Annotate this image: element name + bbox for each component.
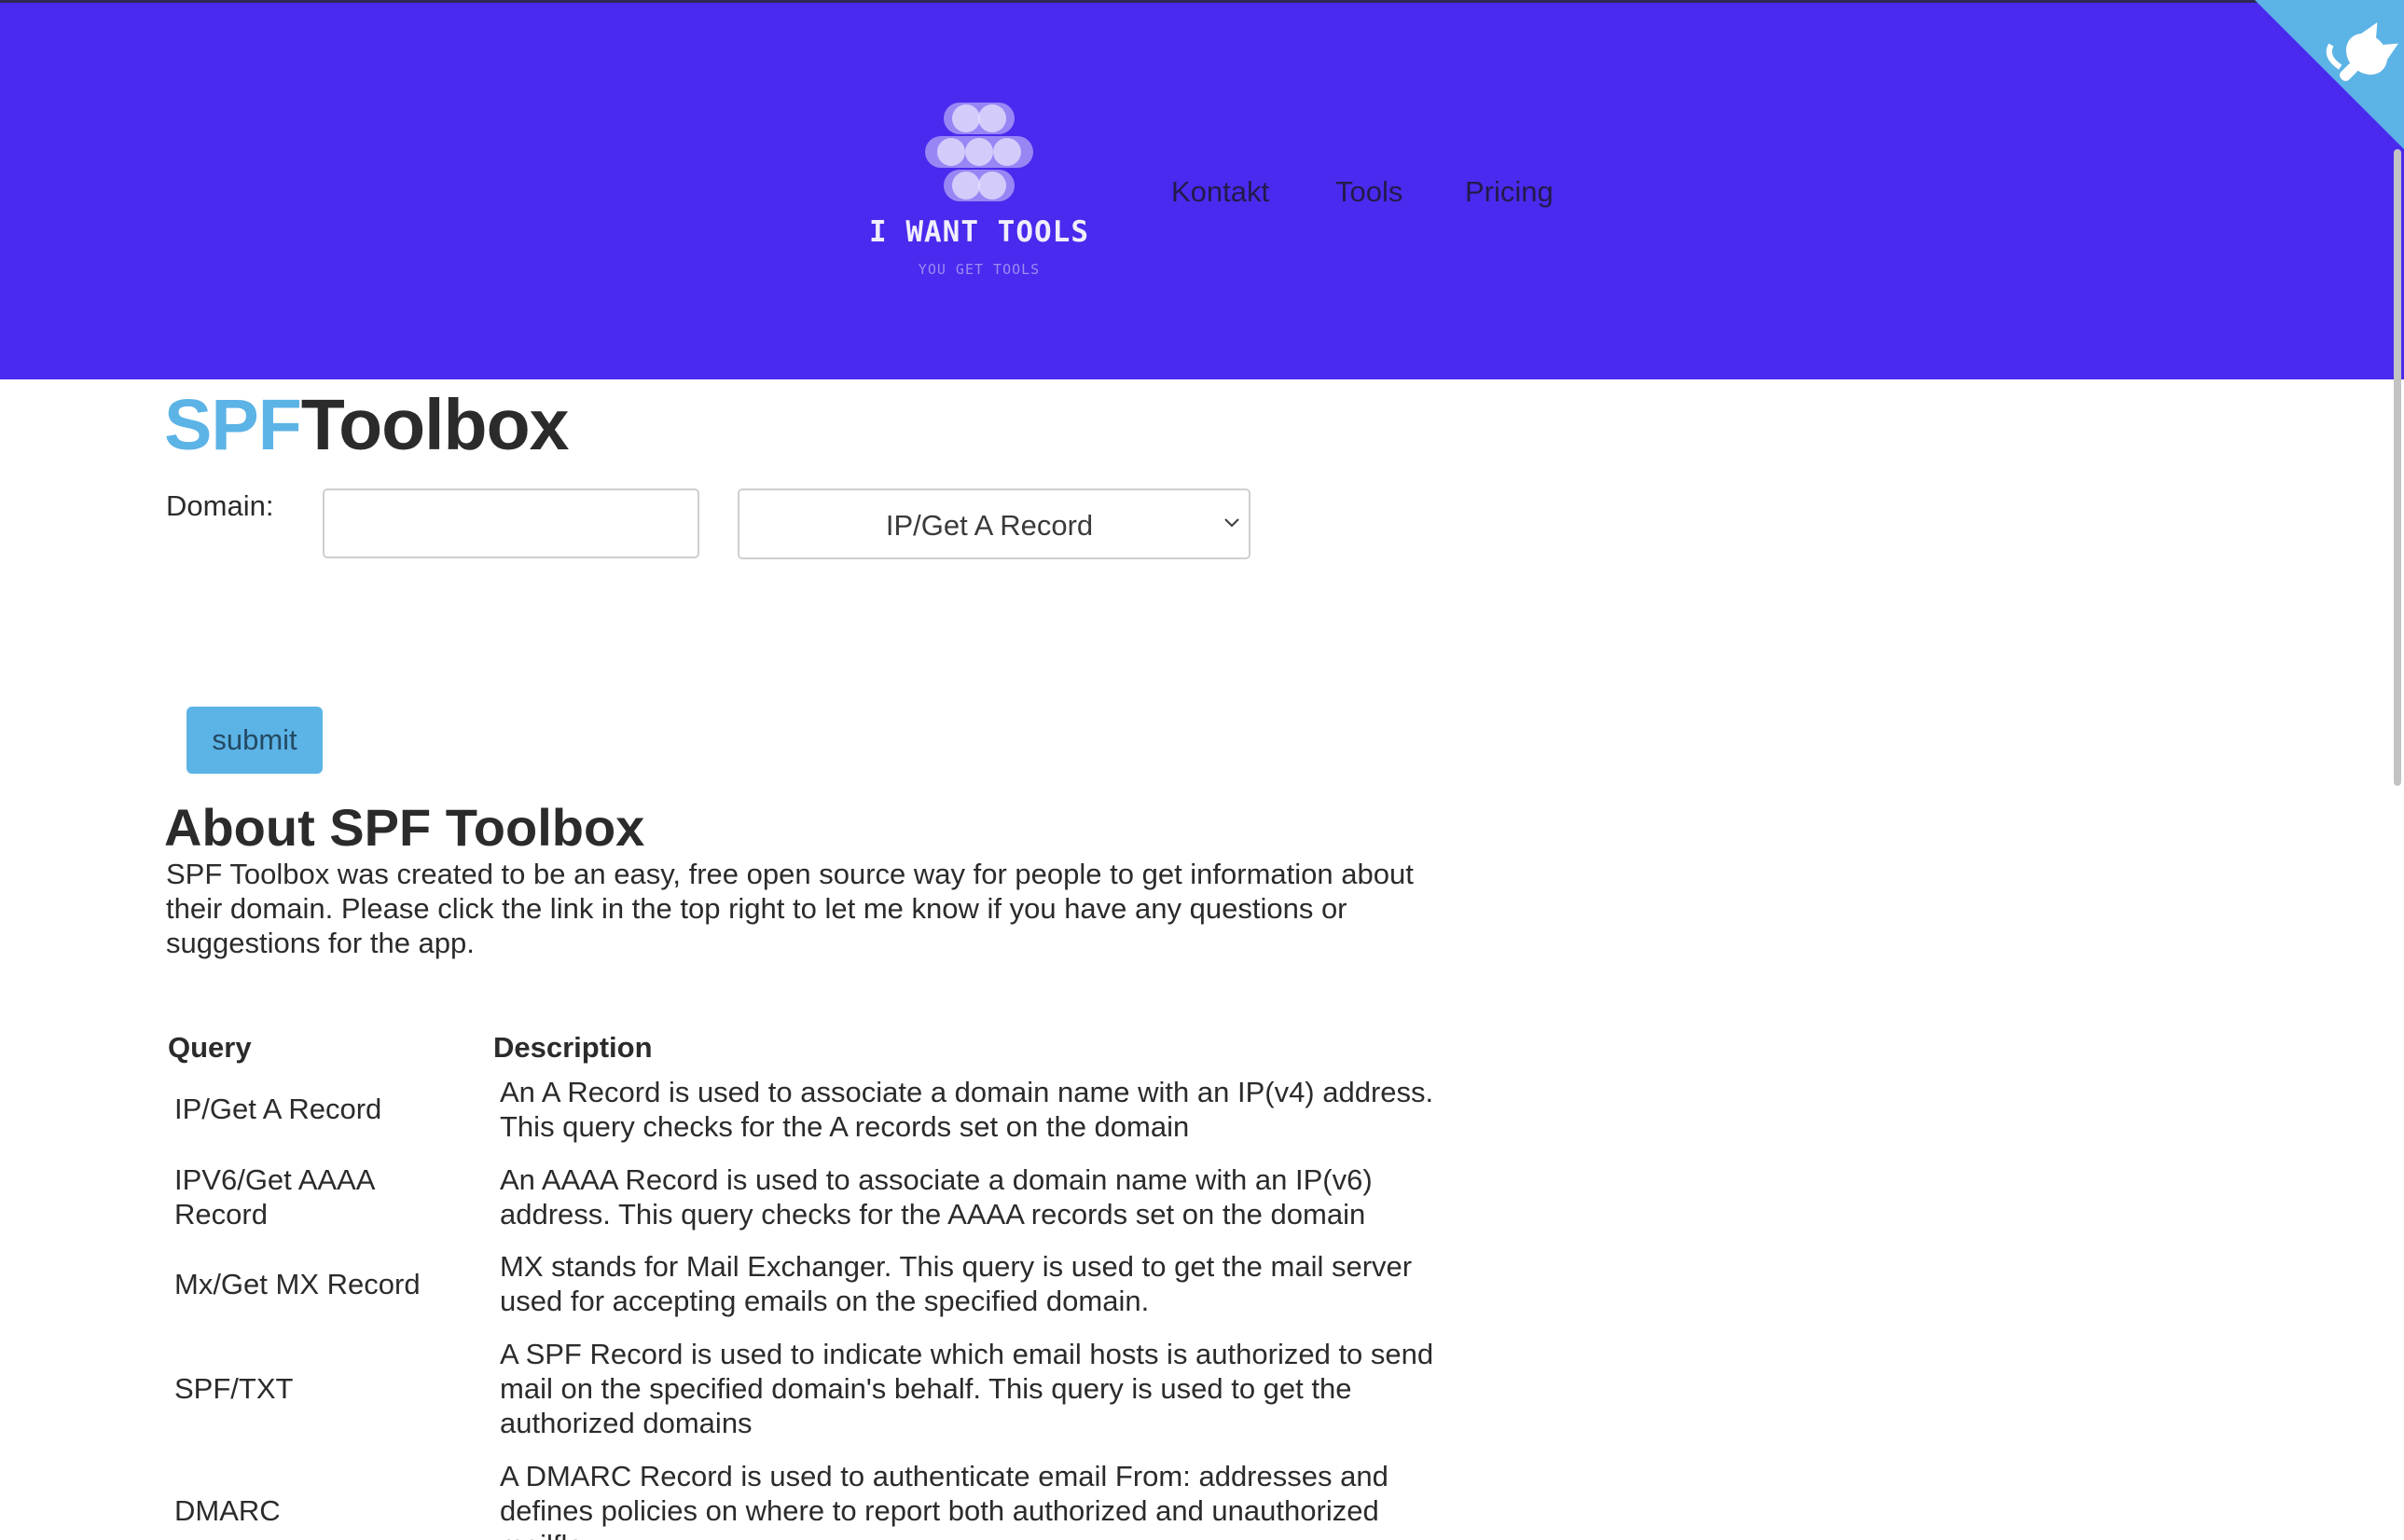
description-cell-line: defines policies on where to report both…: [500, 1494, 1379, 1527]
query-cell-line: SPF/TXT: [174, 1372, 294, 1405]
page-title-toolbox: Toolbox: [300, 385, 570, 465]
query-cell-line: IPV6/Get AAAA: [174, 1163, 376, 1196]
brand-logo[interactable]: I WANT TOOLS YOU GET TOOLS: [844, 101, 1114, 287]
table-header-description: Description: [493, 1031, 653, 1064]
domain-label: Domain:: [166, 489, 274, 522]
table-row-description: An A Record is used to associate a domai…: [500, 1075, 1498, 1144]
description-cell-line: An A Record is used to associate a domai…: [500, 1076, 1434, 1108]
table-row-description: An AAAA Record is used to associate a do…: [500, 1162, 1498, 1231]
description-cell-line: This query checks for the A records set …: [500, 1110, 1190, 1143]
description-cell-line: address. This query checks for the AAAA …: [500, 1198, 1366, 1231]
table-row-description: A DMARC Record is used to authenticate e…: [500, 1459, 1498, 1540]
query-cell-line: DMARC: [174, 1494, 281, 1527]
table-row-query: IP/Get A Record: [174, 1092, 454, 1126]
description-cell-line: used for accepting emails on the specifi…: [500, 1285, 1150, 1317]
description-cell-line: mailflow: [500, 1528, 1498, 1540]
page-title-spf: SPF: [164, 385, 302, 465]
nav-link-tools[interactable]: Tools: [1335, 175, 1402, 209]
page-scrollbar[interactable]: [2391, 149, 2404, 1540]
description-cell-line: mail on the specified domain's behalf. T…: [500, 1372, 1352, 1405]
select-chevron-icon: [1224, 518, 1239, 528]
table-row-query: DMARC: [174, 1493, 454, 1528]
table-row-query: SPF/TXT: [174, 1371, 454, 1406]
nav-link-pricing[interactable]: Pricing: [1465, 175, 1554, 209]
site-header: I WANT TOOLS YOU GET TOOLS Kontakt Tools…: [0, 3, 2404, 379]
description-cell-line: A SPF Record is used to indicate which e…: [500, 1338, 1434, 1370]
query-cell-line: Mx/Get MX Record: [174, 1268, 421, 1300]
table-header-query: Query: [168, 1031, 252, 1064]
query-type-selected: IP/Get A Record: [885, 509, 1094, 542]
about-line: SPF Toolbox was created to be an easy, f…: [166, 858, 1414, 890]
table-row-description: MX stands for Mail Exchanger. This query…: [500, 1249, 1498, 1318]
table-row-query: Mx/Get MX Record: [174, 1267, 454, 1301]
about-line: their domain. Please click the link in t…: [166, 892, 1347, 925]
about-heading: About SPF Toolbox: [164, 798, 645, 857]
description-cell-line: A DMARC Record is used to authenticate e…: [500, 1460, 1389, 1492]
query-type-select[interactable]: IP/Get A Record: [738, 488, 1250, 559]
nav-link-kontakt[interactable]: Kontakt: [1171, 175, 1269, 209]
logo-mark-icon: [925, 103, 1033, 201]
scrollbar-thumb[interactable]: [2394, 149, 2401, 786]
about-line: suggestions for the app.: [166, 927, 475, 959]
query-cell-line: IP/Get A Record: [174, 1093, 382, 1125]
github-corner-link[interactable]: [2255, 0, 2404, 149]
submit-button[interactable]: submit: [187, 707, 323, 774]
table-row-query: IPV6/Get AAAA Record: [174, 1162, 454, 1231]
description-cell-line: An AAAA Record is used to associate a do…: [500, 1163, 1373, 1196]
table-row-description: A SPF Record is used to indicate which e…: [500, 1337, 1498, 1440]
query-cell-line: Record: [174, 1198, 268, 1231]
description-cell-line: authorized domains: [500, 1407, 753, 1439]
page-title: SPFToolbox: [164, 384, 570, 467]
brand-tagline: YOU GET TOOLS: [918, 261, 1041, 278]
description-cell-line: MX stands for Mail Exchanger. This query…: [500, 1250, 1413, 1283]
github-corner-icon: [2255, 0, 2404, 149]
brand-name: I WANT TOOLS: [869, 215, 1089, 249]
domain-input[interactable]: [323, 488, 699, 558]
about-text: SPF Toolbox was created to be an easy, f…: [166, 857, 1490, 960]
